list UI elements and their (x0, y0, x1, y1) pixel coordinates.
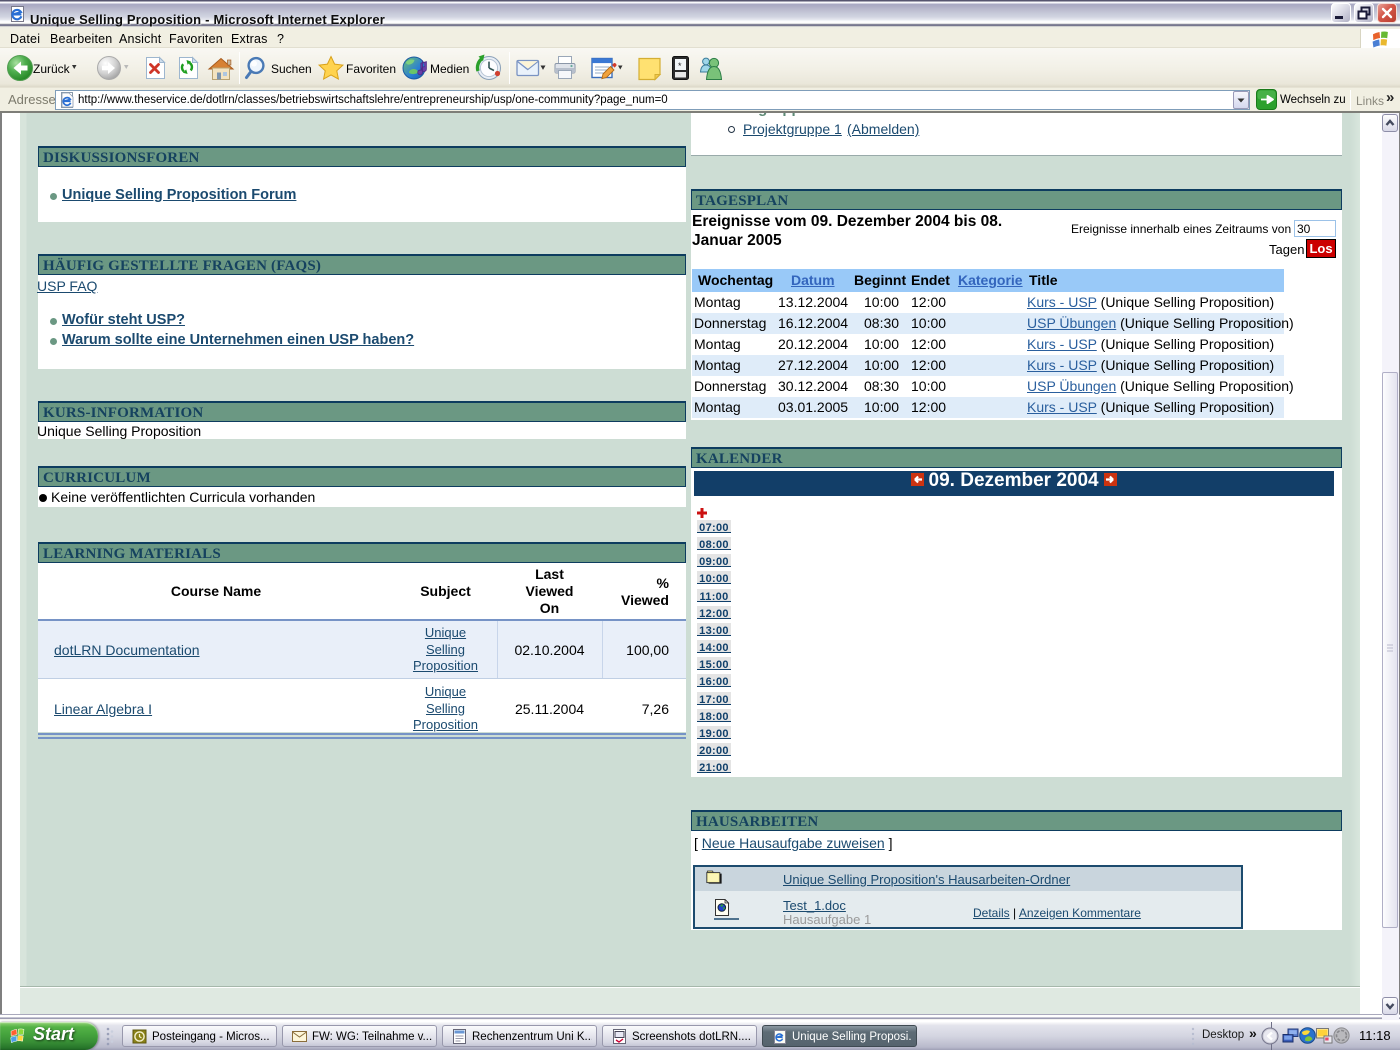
svg-text:*: * (678, 61, 682, 71)
